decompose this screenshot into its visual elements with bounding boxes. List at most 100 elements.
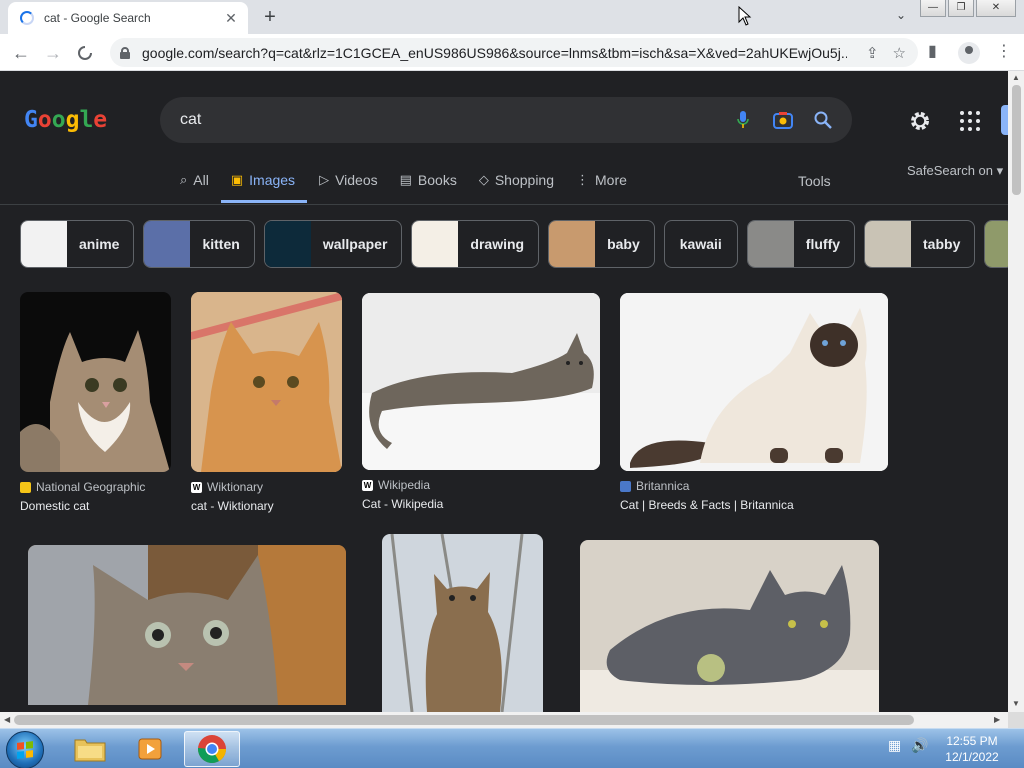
result-thumbnail[interactable] <box>382 534 543 712</box>
google-apps-grid-icon[interactable] <box>960 111 980 131</box>
tag-icon: ◇ <box>478 172 489 187</box>
chip-kawaii[interactable]: kawaii <box>663 220 738 268</box>
system-tray: ▦ 🔊 <box>888 737 929 754</box>
result-thumbnail[interactable] <box>580 540 879 712</box>
chip-label: anime <box>79 236 120 252</box>
tab-shopping[interactable]: ◇ Shopping <box>479 167 564 203</box>
browser-menu-icon[interactable]: ⋮ <box>996 41 1012 61</box>
mouse-cursor-icon <box>738 6 752 26</box>
tab-all[interactable]: ⌕ All <box>180 167 219 203</box>
image-result[interactable] <box>580 540 879 712</box>
safesearch-dropdown[interactable]: SafeSearch on ▾ <box>907 163 1003 179</box>
chip-tabby[interactable]: tabby <box>864 220 976 268</box>
tab-label: All <box>193 172 209 188</box>
lock-icon[interactable] <box>120 46 130 59</box>
tab-label: Images <box>249 172 296 188</box>
result-title[interactable]: Cat - Wikipedia <box>362 497 600 511</box>
horizontal-scroll-thumb[interactable] <box>14 715 914 725</box>
chrome-icon <box>198 735 226 763</box>
image-result[interactable]: Britannica Cat | Breeds & Facts | Britan… <box>620 293 888 512</box>
settings-gear-icon[interactable] <box>908 109 932 133</box>
vertical-scrollbar[interactable]: ▲ ▼ <box>1008 71 1024 712</box>
image-result[interactable]: National Geographic Domestic cat <box>20 292 171 513</box>
new-tab-button[interactable]: + <box>258 5 282 29</box>
google-doodle-logo[interactable]: Google <box>24 107 107 133</box>
image-icon: ▣ <box>230 172 244 187</box>
volume-icon[interactable]: 🔊 <box>911 737 928 754</box>
image-result[interactable] <box>382 534 543 712</box>
result-source[interactable]: Britannica <box>636 479 689 493</box>
tab-search-chevron-icon[interactable]: ⌄ <box>896 8 906 22</box>
scroll-down-arrow-icon[interactable]: ▼ <box>1012 699 1020 708</box>
stop-loading-button[interactable] <box>72 40 98 66</box>
minimize-button[interactable]: — <box>920 0 946 17</box>
sitting-tabby-photo-icon <box>382 534 543 712</box>
header-divider <box>0 204 1008 205</box>
result-title[interactable]: Domestic cat <box>20 499 171 513</box>
network-icon[interactable]: ▦ <box>888 737 901 754</box>
vertical-scroll-thumb[interactable] <box>1012 85 1021 195</box>
britannica-favicon-icon <box>620 480 631 492</box>
sign-in-button[interactable] <box>1001 105 1008 135</box>
scroll-up-arrow-icon[interactable]: ▲ <box>1012 73 1020 82</box>
camera-lens-icon[interactable] <box>772 109 794 131</box>
tools-button[interactable]: Tools <box>798 173 831 189</box>
chrome-taskbar-button[interactable] <box>184 731 240 767</box>
chip-label: wallpaper <box>322 236 388 252</box>
result-source[interactable]: Wikipedia <box>378 478 430 492</box>
result-thumbnail[interactable] <box>191 292 342 472</box>
url-text[interactable]: google.com/search?q=cat&rlz=1C1GCEA_enUS… <box>142 45 847 61</box>
result-thumbnail[interactable] <box>620 293 888 471</box>
search-type-tabs: ⌕ All ▣ Images ▷ Videos ▤ Books ◇ Shopping ⋮ More <box>180 167 649 203</box>
microphone-icon[interactable] <box>732 109 754 131</box>
profile-avatar-icon[interactable] <box>958 42 980 64</box>
tab-images[interactable]: ▣ Images <box>220 167 308 203</box>
image-result[interactable]: W Wiktionary cat - Wiktionary <box>191 292 342 513</box>
result-title[interactable]: Cat | Breeds & Facts | Britannica <box>620 498 888 512</box>
google-images-page: Google cat ⌕ All ▣ Images ▷ Videos ▤ Books ◇ Shop… <box>0 71 1008 712</box>
bookmark-star-icon[interactable]: ☆ <box>893 44 906 62</box>
chip-partial[interactable] <box>984 220 1008 268</box>
horizontal-scrollbar[interactable]: ◀ ▶ <box>0 712 1008 728</box>
address-bar[interactable]: google.com/search?q=cat&rlz=1C1GCEA_enUS… <box>110 38 918 67</box>
forward-button[interactable]: → <box>40 40 66 66</box>
tab-more[interactable]: ⋮ More <box>576 167 637 203</box>
media-player-taskbar-button[interactable] <box>122 731 178 767</box>
search-box[interactable]: cat <box>160 97 852 143</box>
chip-wallpaper[interactable]: wallpaper <box>263 220 403 268</box>
search-icon[interactable] <box>812 109 834 131</box>
result-thumbnail[interactable] <box>362 293 600 470</box>
result-thumbnail[interactable] <box>20 292 171 472</box>
image-result[interactable] <box>28 545 346 705</box>
result-source[interactable]: Wiktionary <box>207 480 263 494</box>
kitten-closeup-photo-icon <box>28 545 346 705</box>
scroll-right-arrow-icon[interactable]: ▶ <box>994 715 1000 724</box>
chip-fluffy[interactable]: fluffy <box>746 220 856 268</box>
gray-cat-lying-photo-icon <box>580 540 879 712</box>
scroll-left-arrow-icon[interactable]: ◀ <box>4 715 10 724</box>
start-button[interactable] <box>6 731 44 768</box>
search-input[interactable]: cat <box>180 111 732 129</box>
share-icon[interactable]: ⇪ <box>866 44 879 62</box>
close-window-button[interactable]: ✕ <box>976 0 1016 17</box>
back-button[interactable]: ← <box>8 40 34 66</box>
chip-thumbnail <box>549 221 596 267</box>
result-thumbnail[interactable] <box>28 545 346 705</box>
tab-books[interactable]: ▤ Books <box>400 167 467 203</box>
side-panel-icon[interactable]: ▮ <box>928 41 937 61</box>
restore-button[interactable]: ❐ <box>948 0 974 17</box>
tab-videos[interactable]: ▷ Videos <box>319 167 388 203</box>
taskbar-clock[interactable]: 12:55 PM 12/1/2022 <box>936 733 1008 765</box>
result-source[interactable]: National Geographic <box>36 480 145 494</box>
image-result[interactable]: W Wikipedia Cat - Wikipedia <box>362 293 600 511</box>
chip-label: tabby <box>923 236 961 252</box>
chip-drawing[interactable]: drawing <box>411 220 540 268</box>
more-vert-icon: ⋮ <box>576 172 590 187</box>
tab-close-icon[interactable]: ✕ <box>222 10 240 27</box>
result-title[interactable]: cat - Wiktionary <box>191 499 342 513</box>
chip-kitten[interactable]: kitten <box>143 220 255 268</box>
chip-anime[interactable]: anime <box>20 220 135 268</box>
browser-tab-active[interactable]: cat - Google Search ✕ <box>8 2 248 34</box>
file-explorer-taskbar-button[interactable] <box>62 731 118 767</box>
chip-baby[interactable]: baby <box>548 220 655 268</box>
